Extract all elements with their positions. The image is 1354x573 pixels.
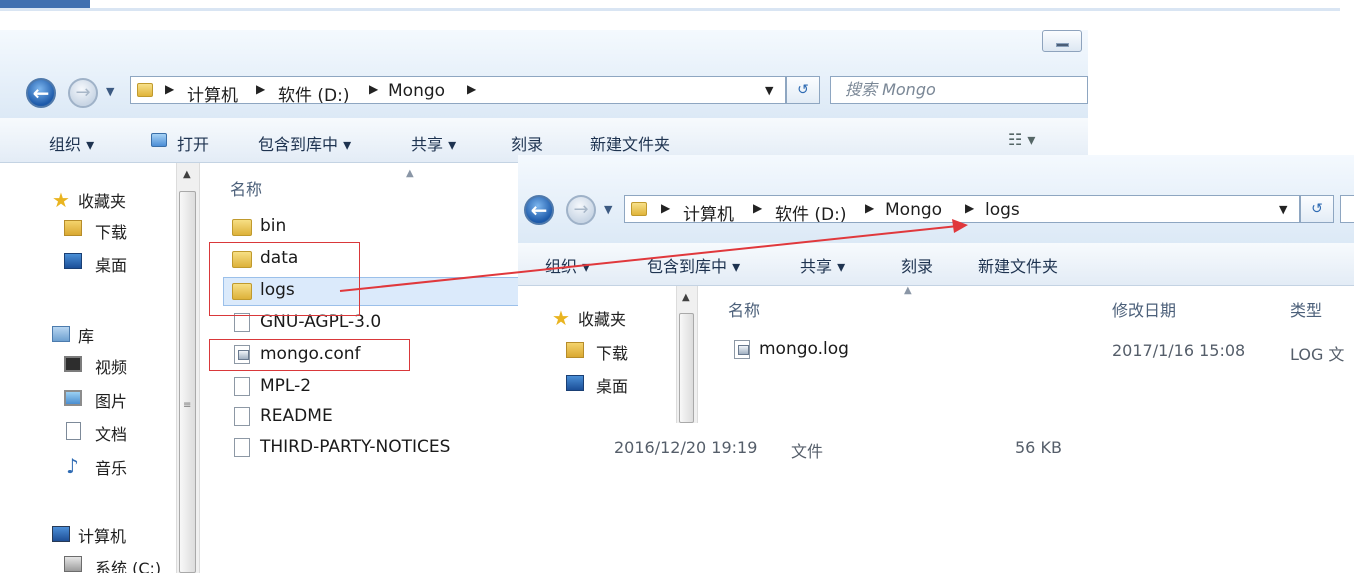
arrow-head: [952, 219, 968, 233]
annotation-arrow: [339, 219, 968, 292]
arrow-line: [339, 225, 959, 292]
